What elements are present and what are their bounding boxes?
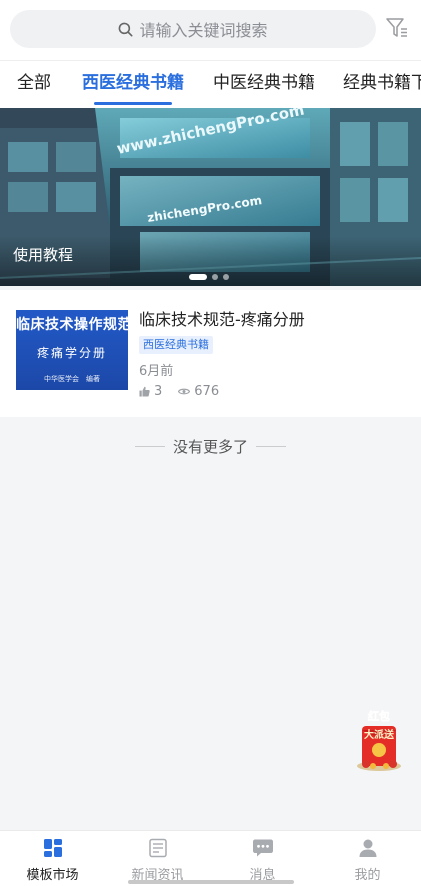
end-text: 没有更多了	[172, 437, 248, 456]
book-cover-title: 临床技术操作规范	[16, 317, 128, 333]
red-packet-line1: 红包	[368, 709, 390, 723]
like-count-value: 3	[154, 384, 163, 399]
divider	[256, 445, 286, 447]
tab-western-classics[interactable]: 西医经典书籍	[82, 61, 184, 107]
nav-news[interactable]: 新闻资讯	[105, 831, 210, 886]
filter-button[interactable]	[384, 15, 410, 41]
search-icon	[119, 22, 133, 36]
book-cover-subtitle: 疼痛学分册	[36, 346, 107, 360]
top-bar: 请输入关键词搜索	[0, 0, 421, 60]
search-input[interactable]: 请输入关键词搜索	[10, 10, 376, 48]
carousel-dot[interactable]	[189, 274, 207, 280]
banner-caption: 使用教程	[13, 246, 74, 264]
grid-icon	[43, 839, 62, 857]
news-icon	[148, 838, 167, 858]
bottom-nav: 模板市场 新闻资讯 消息 我的	[0, 830, 421, 886]
category-tag: 西医经典书籍	[139, 336, 213, 354]
red-packet-icon: 红包 大派送	[357, 709, 401, 771]
nav-messages[interactable]: 消息	[210, 831, 315, 886]
book-cover: 临床技术操作规范 疼痛学分册 中华医学会 编著	[16, 310, 128, 390]
nav-label: 我的	[354, 868, 381, 883]
book-stats: 3 676	[139, 384, 235, 399]
tab-classics-download[interactable]: 经典书籍下	[343, 61, 421, 107]
nav-label: 模板市场	[26, 868, 79, 883]
banner-carousel[interactable]: www.zhichengPro.com zhichengPro.com 使用教程	[0, 108, 421, 286]
publish-time: 6月前	[139, 364, 174, 379]
tab-label: 中医经典书籍	[213, 73, 315, 93]
filter-icon	[386, 18, 407, 37]
carousel-indicator	[189, 274, 229, 280]
message-icon	[252, 839, 273, 857]
book-card[interactable]: 临床技术操作规范 疼痛学分册 中华医学会 编著 临床技术规范-疼痛分册 西医经典…	[0, 290, 421, 417]
book-title: 临床技术规范-疼痛分册	[139, 310, 305, 329]
tab-label: 西医经典书籍	[82, 73, 184, 93]
red-packet-button[interactable]: 红包 大派送	[354, 708, 404, 772]
tab-all[interactable]: 全部	[17, 61, 51, 107]
like-count: 3	[139, 384, 162, 399]
red-packet-line2: 大派送	[364, 728, 395, 741]
carousel-dot[interactable]	[223, 274, 229, 280]
carousel-dot[interactable]	[212, 274, 218, 280]
active-tab-indicator	[94, 102, 172, 105]
thumbs-up-icon	[139, 386, 150, 397]
user-icon	[359, 839, 376, 857]
book-cover-footer: 中华医学会 编著	[44, 375, 100, 383]
list-end-indicator: 没有更多了	[0, 434, 421, 458]
nav-template-market[interactable]: 模板市场	[0, 831, 105, 886]
view-count: 676	[178, 384, 219, 399]
view-count-value: 676	[194, 384, 220, 399]
tab-chinese-classics[interactable]: 中医经典书籍	[213, 61, 315, 107]
search-placeholder: 请输入关键词搜索	[139, 21, 268, 40]
nav-profile[interactable]: 我的	[315, 831, 420, 886]
category-tabs: 全部 西医经典书籍 中医经典书籍 经典书籍下	[0, 60, 421, 108]
home-indicator	[128, 880, 294, 884]
tab-label: 全部	[17, 73, 51, 93]
eye-icon	[178, 388, 191, 395]
tab-label: 经典书籍下	[343, 73, 421, 93]
divider	[134, 445, 165, 447]
